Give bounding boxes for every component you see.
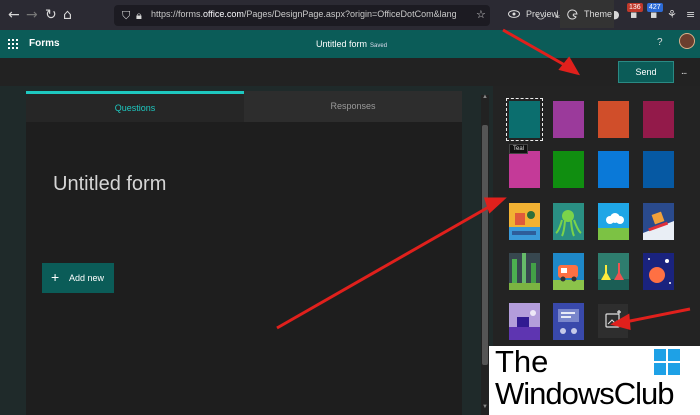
arrow-to-themes: [276, 202, 495, 330]
arrow-head-theme: [558, 56, 581, 76]
arrow-to-theme: [502, 28, 571, 70]
watermark-logo: The WindowsClub: [489, 344, 700, 415]
arrow-to-upload: [624, 307, 691, 324]
arrow-head-upload: [610, 313, 631, 330]
arrow-head-themes: [483, 197, 507, 214]
windows-logo-icon: [654, 349, 681, 376]
